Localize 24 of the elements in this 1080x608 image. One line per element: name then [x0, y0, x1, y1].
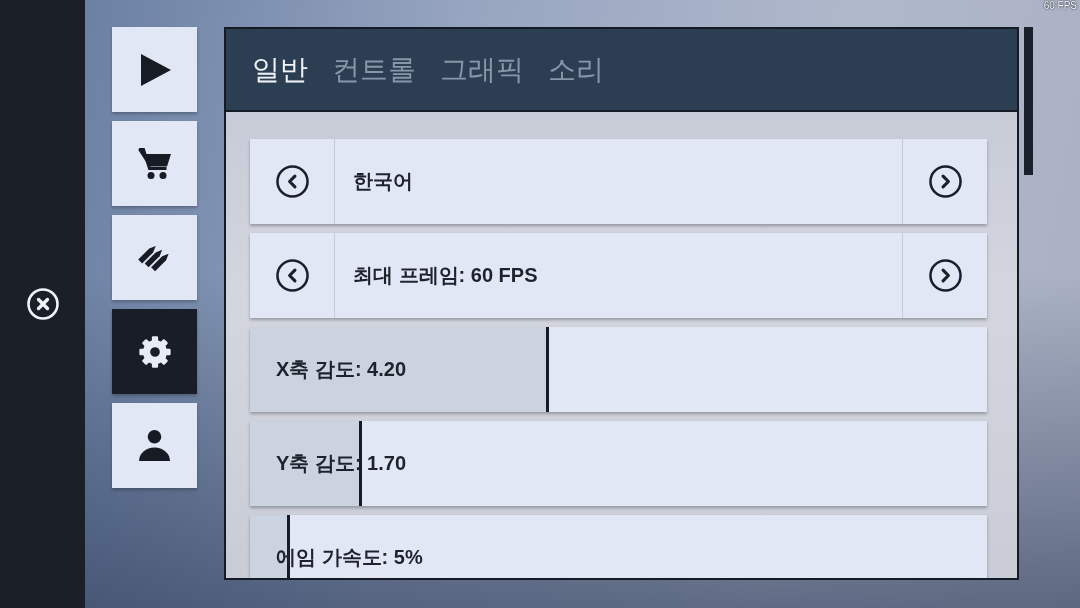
close-icon[interactable] — [26, 288, 59, 320]
slider-track[interactable]: X축 감도: 4.20 — [250, 327, 987, 412]
fps-counter: 60 FPS — [1043, 0, 1077, 11]
circle-chevron-right-icon — [928, 259, 962, 292]
circle-chevron-left-icon — [275, 259, 309, 292]
gear-icon — [138, 335, 171, 368]
tab[interactable]: 컨트롤 — [332, 52, 416, 87]
play-icon — [141, 53, 171, 86]
tab[interactable]: 그래픽 — [440, 52, 524, 87]
person-icon — [139, 430, 170, 461]
scrollbar-thumb[interactable] — [1024, 27, 1033, 175]
tab[interactable]: 일반 — [252, 52, 308, 87]
slider-label: X축 감도: 4.20 — [276, 357, 407, 382]
nav-button[interactable] — [112, 121, 197, 206]
selector-value: 최대 프레임: 60 FPS — [353, 263, 538, 288]
nav-button[interactable] — [112, 215, 197, 300]
selector-value: 한국어 — [353, 169, 413, 194]
nav-button[interactable] — [112, 403, 197, 488]
circle-chevron-left-icon — [275, 165, 309, 198]
nav-button[interactable] — [112, 27, 197, 112]
circle-chevron-right-icon — [928, 165, 962, 198]
tab[interactable]: 소리 — [548, 52, 604, 87]
cart-icon — [138, 148, 171, 179]
nav-button[interactable] — [112, 309, 197, 394]
